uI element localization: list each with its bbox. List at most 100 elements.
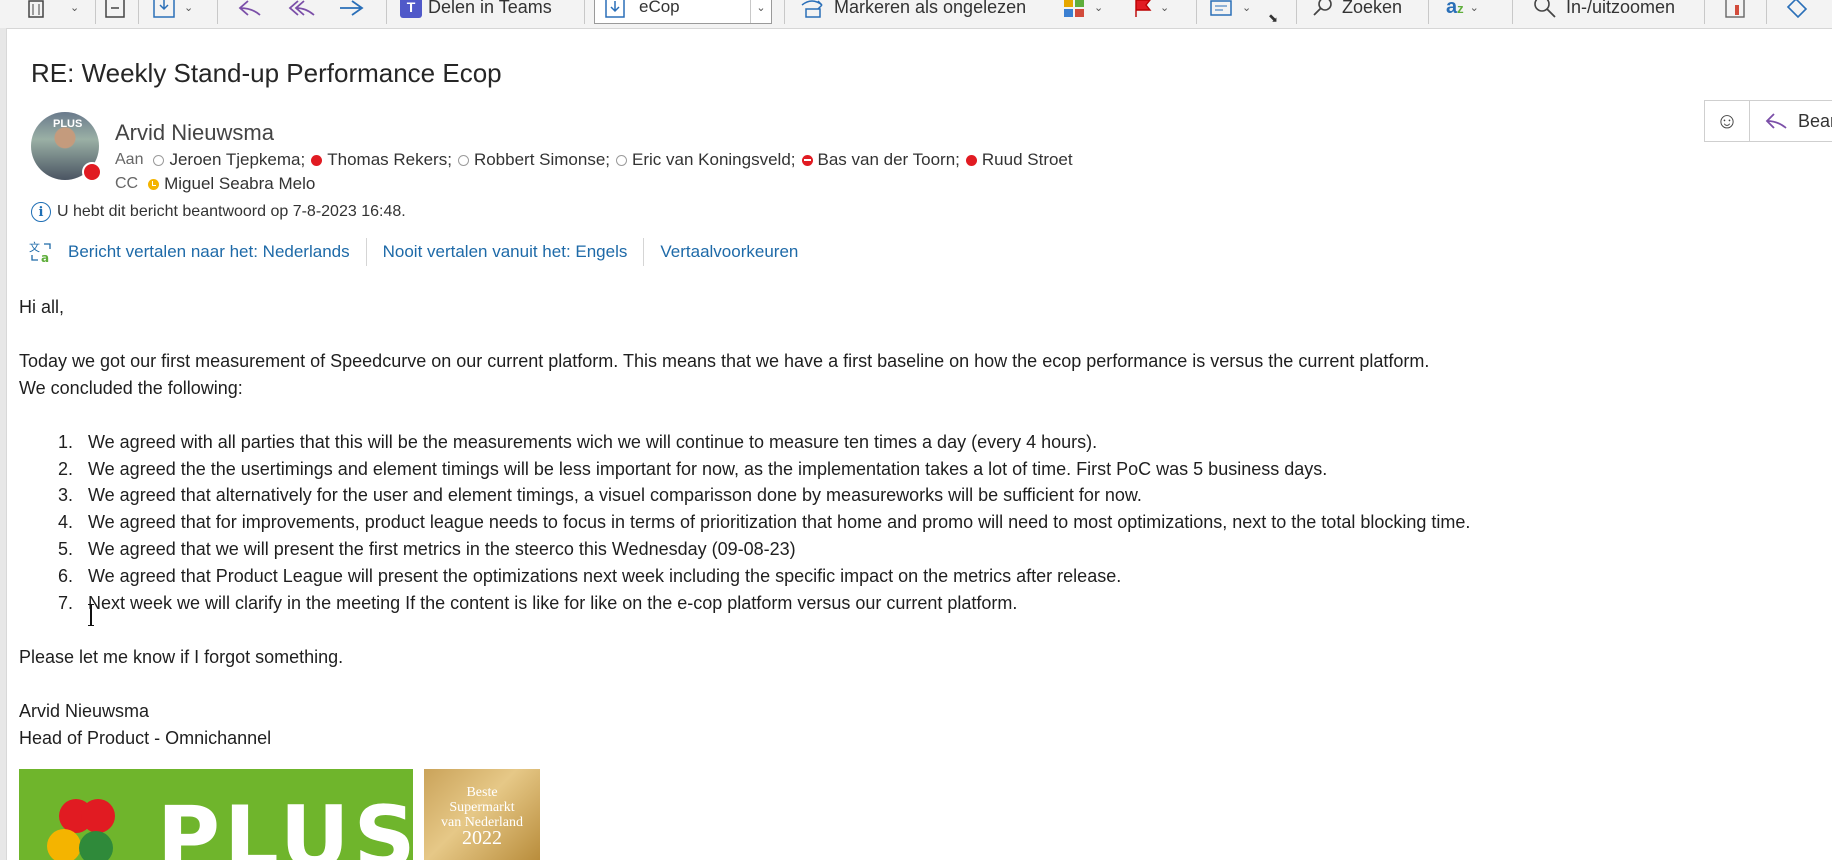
divider xyxy=(365,238,367,266)
list-item-text: We agreed that we will present the first… xyxy=(88,539,796,559)
translate-message-link[interactable]: Bericht vertalen naar het: Nederlands xyxy=(68,242,350,262)
move-button[interactable]: ⌄ xyxy=(152,0,193,23)
svg-text:文: 文 xyxy=(29,240,40,254)
list-item-text: We agreed that Product League will prese… xyxy=(88,566,1122,586)
list-number: 2. xyxy=(57,459,73,479)
chevron-down-icon: ⌄ xyxy=(1160,1,1170,14)
recipient-name: Miguel Seabra Melo xyxy=(164,174,316,193)
mark-unread-label: Markeren als ongelezen xyxy=(834,0,1027,17)
chevron-down-icon: ⌄ xyxy=(184,1,194,14)
sender-name[interactable]: Arvid Nieuwsma xyxy=(115,120,274,146)
reply-action-button[interactable]: Bean xyxy=(1750,110,1832,132)
report-icon xyxy=(1725,0,1745,18)
folder-combo[interactable]: eCop ⌄ xyxy=(594,0,772,24)
to-label: Aan xyxy=(115,151,144,168)
logo-petal-yellow xyxy=(47,829,81,860)
chevron-down-icon: ⌄ xyxy=(1242,1,1252,14)
list-number: 3. xyxy=(57,485,73,505)
recipient[interactable]: Eric van Koningsveld; xyxy=(616,150,796,170)
recipient[interactable]: Miguel Seabra Melo xyxy=(148,174,315,194)
reply-action-label: Bean xyxy=(1798,110,1832,131)
reply-icon xyxy=(1765,113,1787,129)
search-button[interactable]: Zoeken xyxy=(1310,0,1402,23)
translate-button[interactable]: az ⌄ xyxy=(1446,0,1479,23)
rules-button[interactable]: ⌄ xyxy=(1208,0,1251,23)
info-bar: i U hebt dit bericht beantwoord op 7-8-2… xyxy=(31,202,406,222)
flag-icon xyxy=(1135,0,1152,17)
plus-logo-text: PLUS xyxy=(157,788,413,860)
list-number: 5. xyxy=(57,539,73,559)
avatar-sign-text: PLUS xyxy=(53,118,83,130)
info-text: U hebt dit bericht beantwoord op 7-8-202… xyxy=(57,203,406,220)
never-translate-link[interactable]: Nooit vertalen vanuit het: Engels xyxy=(383,242,628,262)
plus-logo: PLUS xyxy=(19,769,413,860)
cc-recipients-row: CC Miguel Seabra Melo xyxy=(115,174,321,194)
reply-all-button[interactable] xyxy=(286,0,316,23)
categorize-button[interactable]: ⌄ xyxy=(1062,0,1103,23)
search-icon xyxy=(1313,0,1332,16)
insights-button[interactable] xyxy=(1782,0,1812,23)
teams-icon: T xyxy=(400,0,422,18)
zoom-icon xyxy=(1534,0,1556,18)
report-button[interactable] xyxy=(1722,0,1750,23)
chevron-down-icon: ⌄ xyxy=(1469,1,1479,14)
recipient[interactable]: Jeroen Tjepkema; xyxy=(153,150,305,170)
presence-offline-icon xyxy=(153,154,165,166)
logo-petal-red xyxy=(81,799,115,833)
recipient-name: Ruud Stroet xyxy=(981,150,1073,169)
zoom-button[interactable]: In-/uitzoomen xyxy=(1530,0,1675,23)
chevron-down-icon: ⌄ xyxy=(1094,1,1104,14)
presence-offline-icon xyxy=(457,154,469,166)
list-number: 7. xyxy=(57,593,73,613)
presence-busy-icon xyxy=(311,154,323,166)
recipient-name: Jeroen Tjepkema; xyxy=(169,150,306,169)
to-recipients-row: Aan Jeroen Tjepkema; Thomas Rekers; Robb… xyxy=(115,150,1079,170)
award-year: 2022 xyxy=(462,827,502,849)
zoom-label: In-/uitzoomen xyxy=(1566,0,1676,17)
list-number: 6. xyxy=(57,566,73,586)
recipient-name: Eric van Koningsveld; xyxy=(632,150,796,169)
list-number: 1. xyxy=(57,432,73,452)
share-teams-button[interactable]: T Delen in Teams xyxy=(400,0,552,23)
recipient[interactable]: Ruud Stroet xyxy=(965,150,1073,170)
list-item-text: We agreed that alternatively for the use… xyxy=(88,485,1142,505)
list-number: 4. xyxy=(57,512,73,532)
reaction-button[interactable]: ☺ xyxy=(1705,101,1750,141)
folder-combo-value: eCop xyxy=(639,0,680,16)
sender-presence-busy-icon xyxy=(82,162,102,182)
list-item-text: We agreed with all parties that this wil… xyxy=(88,432,1098,452)
signature-name: Arvid Nieuwsma xyxy=(19,701,150,721)
award-line: Beste xyxy=(466,785,498,800)
forward-icon xyxy=(340,0,364,16)
presence-do-not-disturb-icon xyxy=(801,154,813,166)
smiley-icon: ☺ xyxy=(1715,108,1739,133)
reply-all-icon xyxy=(288,0,315,16)
mark-unread-icon xyxy=(801,0,823,18)
award-badge: Beste Supermarkt van Nederland 2022 xyxy=(424,769,540,860)
archive-button[interactable] xyxy=(104,0,126,23)
logo-petal-green xyxy=(79,831,113,860)
forward-button[interactable] xyxy=(336,0,366,23)
translate-icon: az xyxy=(1446,0,1464,18)
share-teams-label: Delen in Teams xyxy=(428,0,552,17)
delete-dropdown-chevron-icon[interactable]: ⌄ xyxy=(70,0,79,23)
svg-text:a: a xyxy=(41,251,49,264)
reply-button[interactable] xyxy=(236,0,264,23)
delete-button[interactable] xyxy=(26,0,46,23)
intro-paragraph-line: Today we got our first measurement of Sp… xyxy=(19,351,1430,371)
mark-unread-button[interactable]: Markeren als ongelezen xyxy=(798,0,1026,23)
signature-title: Head of Product - Omnichannel xyxy=(19,728,272,748)
group-expand-icon[interactable]: ⬊ xyxy=(1268,6,1278,28)
chevron-down-icon[interactable]: ⌄ xyxy=(750,0,771,23)
flag-button[interactable]: ⌄ xyxy=(1132,0,1169,23)
ribbon-toolbar: ⌄ ⌄ T Delen in Teams eCop ⌄ Markeren als… xyxy=(0,0,1832,29)
recipient[interactable]: Robbert Simonse; xyxy=(457,150,610,170)
translation-preferences-link[interactable]: Vertaalvoorkeuren xyxy=(660,242,798,262)
greeting: Hi all, xyxy=(19,297,65,317)
recipient[interactable]: Bas van der Toorn; xyxy=(801,150,960,170)
cc-label: CC xyxy=(115,175,139,192)
reaction-reply-group: ☺ Bean xyxy=(1704,100,1832,142)
recipient-name: Thomas Rekers; xyxy=(327,150,452,169)
email-subject: RE: Weekly Stand-up Performance Ecop xyxy=(31,58,502,88)
recipient[interactable]: Thomas Rekers; xyxy=(311,150,452,170)
